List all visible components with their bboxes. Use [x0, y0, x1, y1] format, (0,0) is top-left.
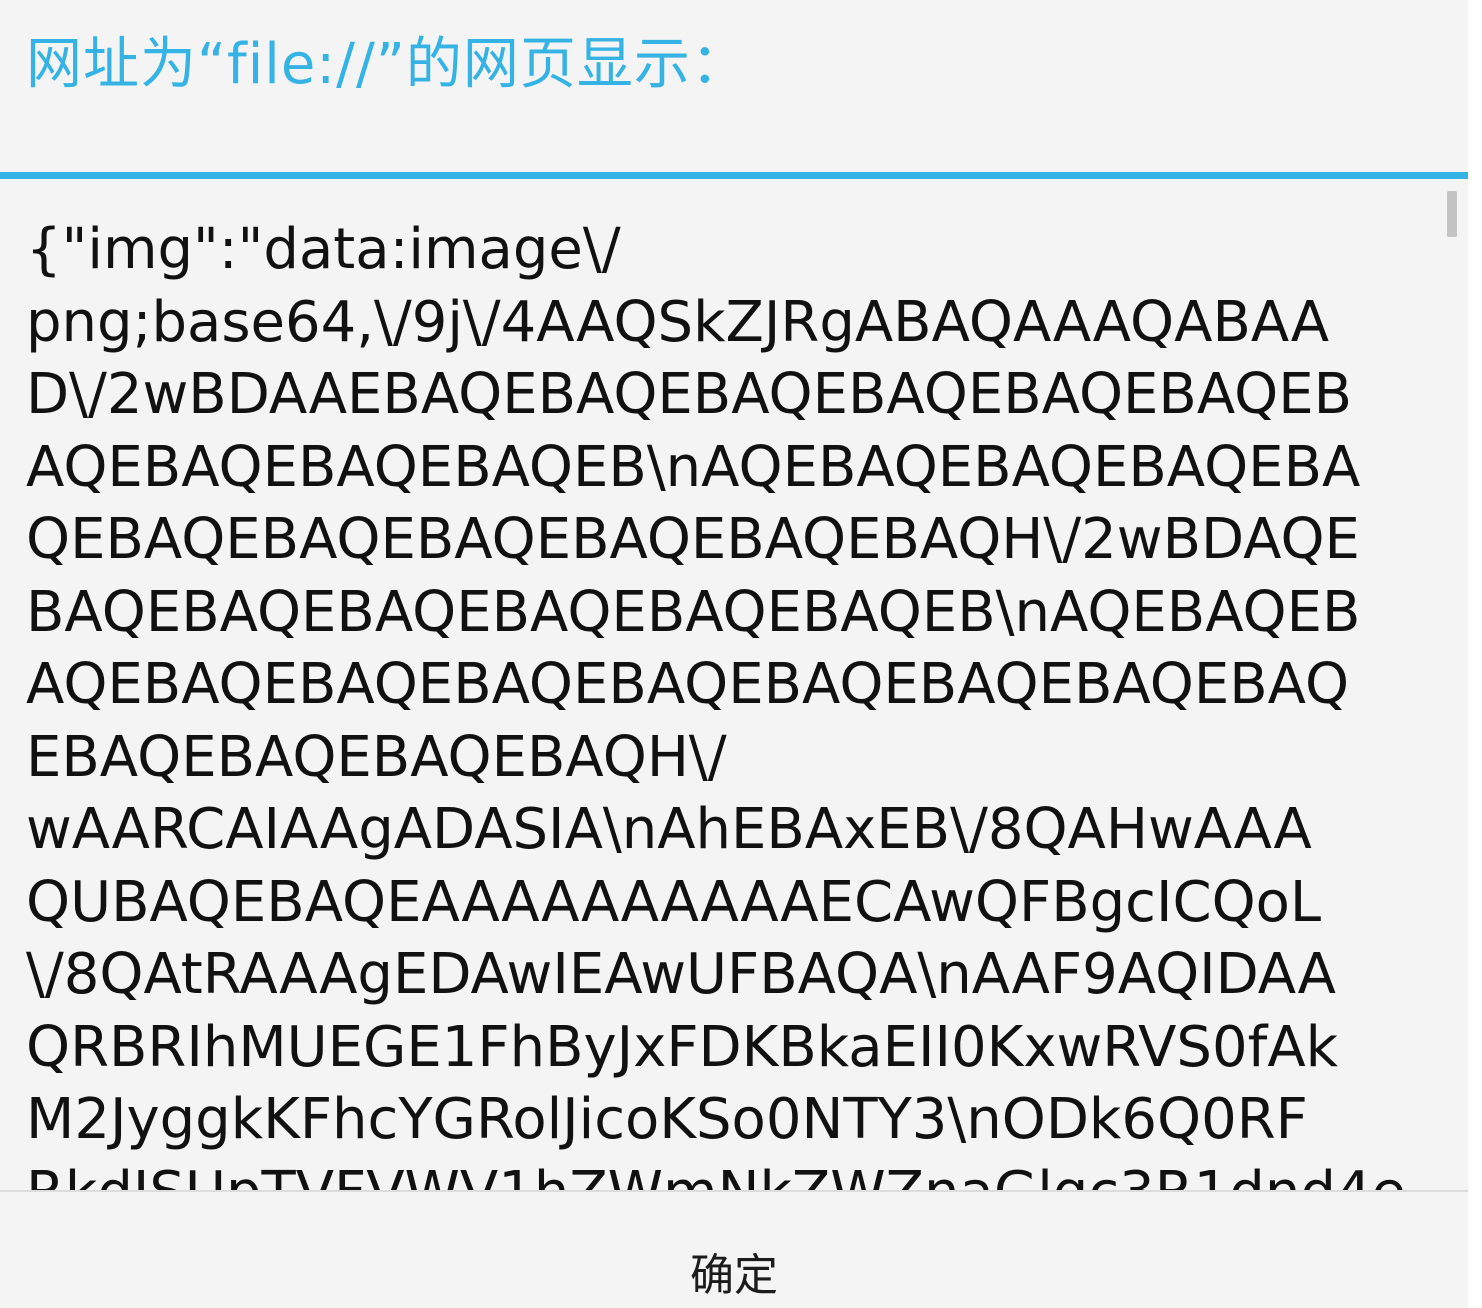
- message-line: wAARCAIAAgADASIA\nAhEBAxEB\/8QAHwAAA: [26, 797, 1312, 862]
- scrollbar-thumb[interactable]: [1447, 191, 1457, 237]
- message-scroll-area[interactable]: {"img":"data:image\/ png;base64,\/9j\/4AA…: [0, 179, 1468, 1190]
- message-line: BAQEBAQEBAQEBAQEBAQEBAQEB\nAQEBAQEB: [26, 579, 1361, 645]
- message-line: RkdISUpTVFVWV1hZWmNkZWZnaGlqc3R1dnd4e: [26, 1157, 1426, 1191]
- message-line: {"img":"data:image\/: [26, 217, 621, 282]
- screen-edge: [1468, 0, 1482, 1308]
- message-line: QEBAQEBAQEBAQEBAQEBAQEBAQH\/2wBDAQE: [26, 507, 1360, 572]
- ok-button[interactable]: 确定: [0, 1192, 1468, 1308]
- button-bar: 确定: [0, 1192, 1468, 1308]
- message-line: D\/2wBDAAEBAQEBAQEBAQEBAQEBAQEBAQEB: [26, 362, 1353, 427]
- dialog-title: 网址为“file://”的网页显示：: [26, 32, 748, 97]
- dialog-header: 网址为“file://”的网页显示：: [0, 0, 1482, 172]
- title-divider: [0, 172, 1468, 179]
- ok-button-label: 确定: [690, 1250, 778, 1301]
- message-line: AQEBAQEBAQEBAQEB\nAQEBAQEBAQEBAQEBA: [26, 434, 1361, 500]
- dialog-message: {"img":"data:image\/ png;base64,\/9j\/4AA…: [26, 214, 1426, 1190]
- message-line: M2JyggkKFhcYGRolJicoKSo0NTY3\nODk6Q0RF: [26, 1087, 1308, 1152]
- message-line: QUBAQEBAQEAAAAAAAAAAECAwQFBgcICQoL: [26, 869, 1322, 935]
- message-line: EBAQEBAQEBAQEBAQH\/: [26, 724, 727, 790]
- alert-dialog: 网址为“file://”的网页显示： {"img":"data:image\/ p…: [0, 0, 1482, 1308]
- message-line: png;base64,\/9j\/4AAQSkZJRgABAQAAAQABAA: [26, 289, 1330, 355]
- message-line: \/8QAtRAAAgEDAwIEAwUFBAQA\nAAF9AQIDAA: [26, 942, 1336, 1007]
- message-line: AQEBAQEBAQEBAQEBAQEBAQEBAQEBAQEBAQ: [26, 652, 1350, 717]
- message-line: QRBRIhMUEGE1FhByJxFDKBkaEII0KxwRVS0fAk: [26, 1014, 1339, 1080]
